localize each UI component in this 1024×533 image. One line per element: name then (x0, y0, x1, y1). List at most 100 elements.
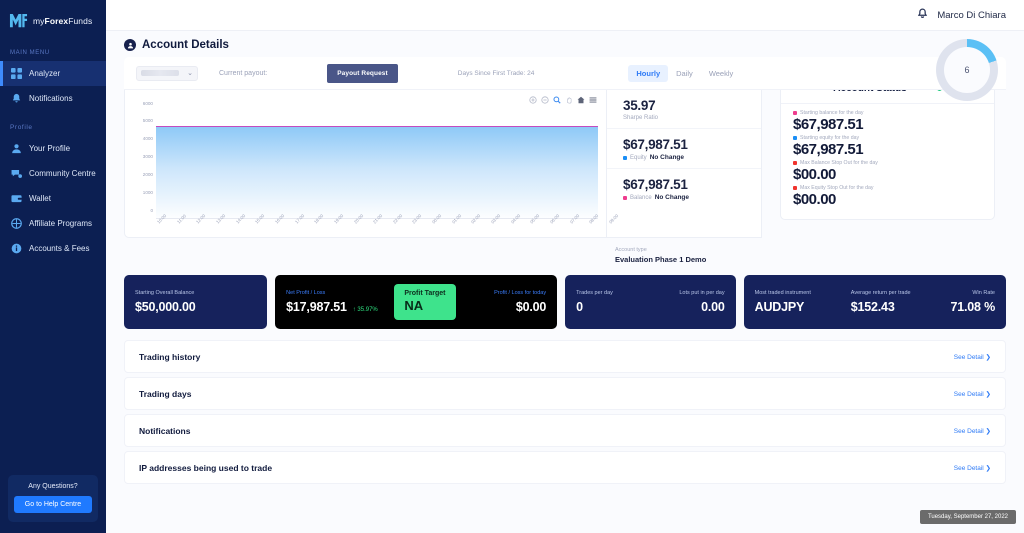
date-toast: Tuesday, September 27, 2022 (919, 510, 1016, 524)
see-detail-link[interactable]: See Detail ❯ (954, 390, 991, 398)
brand-prefix: my (33, 16, 45, 26)
sidebar-item-label: Accounts & Fees (29, 244, 90, 253)
see-detail-link[interactable]: See Detail ❯ (954, 464, 991, 472)
kpi-instrument-return-winrate: Most traded instrument AUDJPY Average re… (743, 275, 1006, 329)
timeframe-segmented-control: Hourly Daily Weekly (628, 64, 741, 82)
notification-bell-icon[interactable] (917, 6, 928, 24)
sidebar-item-accounts-fees[interactable]: Accounts & Fees (0, 236, 106, 261)
account-status-body: Starting balance for the day $67,987.51 … (781, 104, 994, 219)
account-badge-icon (124, 39, 136, 51)
user-icon (11, 143, 22, 154)
list-item[interactable]: Trading history See Detail ❯ (124, 340, 1006, 373)
list-item[interactable]: IP addresses being used to trade See Det… (124, 451, 1006, 484)
payout-request-button[interactable]: Payout Request (327, 63, 398, 83)
stat-equity: $67,987.51 Equity No Change (607, 129, 761, 169)
tab-daily[interactable]: Daily (668, 65, 701, 82)
account-select-value (141, 70, 179, 76)
stat-label: Balance (630, 194, 652, 201)
chart-toolbar (528, 95, 597, 104)
home-icon[interactable] (576, 95, 585, 104)
kpi-label: Profit / Loss for today (494, 290, 547, 296)
y-tick: 4000 (142, 136, 153, 141)
kpi-label: Net Profit / Loss (286, 290, 326, 296)
stat-label-row: Sharpe Ratio (623, 115, 761, 121)
brand-text: myForexFunds (33, 16, 92, 26)
kpi-col: Most traded instrument AUDJPY (755, 290, 811, 314)
list-item-title: Trading history (139, 351, 201, 362)
bell-icon (11, 93, 22, 104)
kpi-value: 0.00 (701, 300, 725, 314)
sidebar-item-label: Your Profile (29, 144, 71, 153)
kpi-value: 71.08 % (950, 300, 996, 314)
sidebar-item-wallet[interactable]: Wallet (0, 186, 106, 211)
sidebar: myForexFunds MAIN MENU Analyzer Notifica… (0, 0, 106, 533)
balance-equity-chart: 6000 5000 4000 3000 2000 1000 0 10:00 11:… (124, 90, 619, 238)
kpi-value: $50,000.00 (135, 300, 196, 314)
chart-x-axis: 10:00 11:00 12:00 13:00 14:00 15:00 16:00 17:00… (156, 213, 619, 245)
list-item[interactable]: Trading days See Detail ❯ (124, 377, 1006, 410)
page-header: Account Details (124, 39, 1006, 51)
kpi-col: Average return per trade $152.43 (851, 290, 911, 314)
chart-area-series-balance (156, 126, 598, 219)
list-item[interactable]: Notifications See Detail ❯ (124, 414, 1006, 447)
tab-hourly[interactable]: Hourly (628, 64, 669, 82)
equity-color-dot (623, 155, 627, 160)
kpi-row: Starting Overall Balance $50,000.00 Net … (124, 275, 1006, 329)
zoom-in-icon[interactable] (528, 95, 537, 104)
chart-plot-area: 6000 5000 4000 3000 2000 1000 0 (143, 101, 598, 219)
pan-icon[interactable] (564, 95, 573, 104)
chat-icon (11, 168, 22, 179)
status-row-value: $00.00 (793, 166, 836, 183)
kpi-value-wrap: $17,987.51 ↑ 35.97% (286, 300, 378, 314)
see-detail-link[interactable]: See Detail ❯ (954, 427, 991, 435)
kpi-value: 0 (576, 300, 583, 314)
stat-sharpe-ratio: 35.97 Sharpe Ratio (607, 90, 761, 129)
stat-label-row: Balance No Change (623, 194, 761, 201)
status-row-value: $67,987.51 (793, 116, 864, 133)
chart-and-status-row: 6000 5000 4000 3000 2000 1000 0 10:00 11:… (124, 72, 1006, 264)
detail-sections: Trading history See Detail ❯ Trading day… (124, 340, 1006, 484)
profit-target-chip: Profit Target NA (394, 284, 456, 320)
zoom-out-icon[interactable] (540, 95, 549, 104)
kpi-starting-overall-balance: Starting Overall Balance $50,000.00 (124, 275, 268, 329)
go-to-help-centre-button[interactable]: Go to Help Centre (14, 496, 92, 513)
toolbar: ⌄ Current payout: Payout Request Days Si… (124, 39, 1006, 101)
red-dot-icon (793, 186, 797, 190)
balance-color-dot (623, 195, 627, 200)
sidebar-section-main: MAIN MENU (10, 50, 50, 56)
kpi-col: Win Rate 71.08 % (950, 290, 996, 314)
y-tick: 5000 (142, 118, 153, 123)
user-name[interactable]: Marco Di Chiara (937, 10, 1006, 21)
selection-zoom-icon[interactable] (552, 95, 561, 104)
brand-logo[interactable]: myForexFunds (0, 0, 106, 42)
chart-y-axis: 6000 5000 4000 3000 2000 1000 0 (129, 101, 154, 213)
sidebar-item-affiliate-programs[interactable]: Affiliate Programs (0, 211, 106, 236)
kpi-label: Starting Overall Balance (135, 290, 195, 296)
sidebar-item-your-profile[interactable]: Your Profile (0, 136, 106, 161)
help-question: Any Questions? (28, 483, 78, 490)
stat-value: 35.97 (623, 98, 656, 113)
sidebar-item-community-centre[interactable]: Community Centre (0, 161, 106, 186)
stat-change: No Change (654, 194, 689, 201)
brand-bold: Forex (44, 16, 69, 26)
sidebar-section-profile: Profile (10, 124, 33, 131)
see-detail-link[interactable]: See Detail ❯ (954, 353, 991, 361)
brand-suffix: Funds (68, 16, 93, 26)
page-content: Account Details ⌄ Current payout: Payout… (106, 31, 1024, 533)
profit-target-label: Profit Target (404, 290, 446, 297)
tab-weekly[interactable]: Weekly (701, 65, 741, 82)
sidebar-item-label: Affiliate Programs (29, 219, 92, 228)
stat-value: $67,987.51 (623, 177, 688, 192)
status-row-value: $00.00 (793, 191, 836, 208)
kpi-col: Net Profit / Loss $17,987.51 ↑ 35.97% (286, 290, 378, 314)
account-select[interactable]: ⌄ (136, 65, 198, 81)
sidebar-item-label: Analyzer (29, 69, 61, 78)
sidebar-item-analyzer[interactable]: Analyzer (0, 61, 106, 86)
kpi-value: AUDJPY (754, 300, 805, 314)
kpi-trades-lots: Trades per day 0 Lots put in per day 0.0… (565, 275, 736, 329)
menu-icon[interactable] (588, 95, 597, 104)
help-box: Any Questions? Go to Help Centre (8, 475, 98, 522)
topbar: Marco Di Chiara (106, 0, 1024, 31)
kpi-label: Most traded instrument (754, 290, 811, 296)
sidebar-item-notifications[interactable]: Notifications (0, 86, 106, 111)
